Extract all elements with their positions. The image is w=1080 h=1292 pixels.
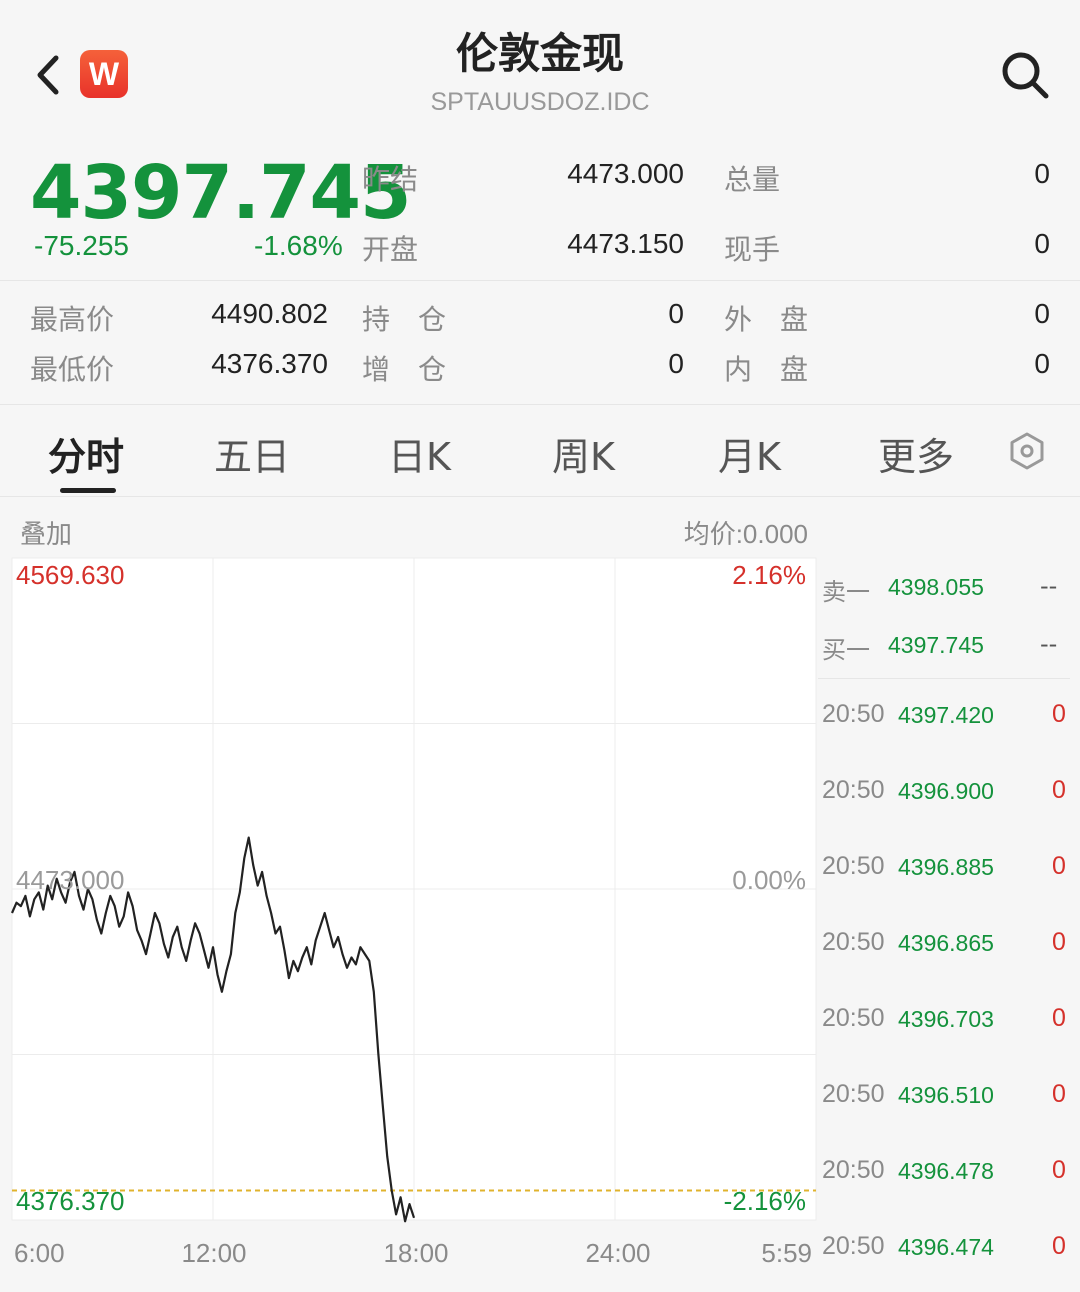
- trade-time: 20:50: [822, 700, 885, 728]
- hexagon-settings-icon: [1010, 432, 1044, 470]
- stat-label-low: 最低价: [30, 353, 115, 386]
- trade-time: 20:50: [822, 1156, 885, 1184]
- instrument-code: SPTAUUSDOZ.IDC: [430, 88, 650, 116]
- trade-price: 4396.478: [898, 1158, 994, 1184]
- search-icon: [1002, 52, 1049, 99]
- last-price: 4397.745: [30, 150, 412, 236]
- trade-time: 20:50: [822, 928, 885, 956]
- divider: [0, 280, 1080, 281]
- trade-price: 4396.885: [898, 854, 994, 880]
- x-axis-tick-label: 5:59: [761, 1238, 812, 1268]
- divider: [0, 404, 1080, 405]
- stat-label-inner: 内 盘: [724, 353, 809, 386]
- trade-price: 4396.510: [898, 1082, 994, 1108]
- divider: [0, 496, 1080, 497]
- bid1-price: 4397.745: [888, 632, 984, 658]
- trade-time: 20:50: [822, 852, 885, 880]
- page-title: 伦敦金现: [455, 29, 624, 78]
- stat-value-low: 4376.370: [211, 348, 328, 379]
- trade-price: 4396.474: [898, 1234, 994, 1260]
- stat-value-current-lot: 0: [1034, 228, 1050, 259]
- stat-label-high: 最高价: [30, 303, 115, 336]
- ask1-label: 卖一: [822, 578, 870, 606]
- stat-label-open: 开盘: [362, 233, 419, 266]
- trade-volume: 0: [1052, 700, 1066, 728]
- price-change-pct: -1.68%: [254, 230, 343, 261]
- stat-value-prev-settle: 4473.000: [567, 158, 684, 189]
- stat-label-prev-settle: 昨结: [362, 163, 419, 196]
- trade-price: 4396.900: [898, 778, 994, 804]
- trade-volume: 0: [1052, 852, 1066, 880]
- stat-label-outer: 外 盘: [724, 303, 809, 336]
- x-axis-tick-label: 6:00: [14, 1238, 65, 1268]
- ask1-price: 4398.055: [888, 574, 984, 600]
- y-axis-label-right: -2.16%: [724, 1186, 806, 1216]
- trade-time: 20:50: [822, 1080, 885, 1108]
- active-tab-indicator: [60, 488, 116, 493]
- tab-daily-k[interactable]: 日K: [388, 426, 451, 481]
- tab-monthly-k[interactable]: 月K: [718, 426, 781, 481]
- y-axis-label-left: 4473.000: [16, 865, 124, 895]
- stat-value-inner: 0: [1034, 348, 1050, 379]
- trade-volume: 0: [1052, 1156, 1066, 1184]
- price-change: -75.255: [34, 230, 129, 261]
- stat-value-open: 4473.150: [567, 228, 684, 259]
- tab-more[interactable]: 更多: [878, 426, 954, 481]
- trade-volume: 0: [1052, 928, 1066, 956]
- trade-volume: 0: [1052, 776, 1066, 804]
- y-axis-label-right: 2.16%: [732, 560, 806, 590]
- trade-price: 4397.420: [898, 702, 994, 728]
- overlay-button[interactable]: 叠加: [20, 514, 72, 551]
- stat-value-volume: 0: [1034, 158, 1050, 189]
- x-axis-tick-label: 12:00: [181, 1238, 246, 1268]
- trade-time: 20:50: [822, 1232, 885, 1260]
- trade-time: 20:50: [822, 1004, 885, 1032]
- ask1-volume: --: [1040, 572, 1058, 600]
- trade-price: 4396.703: [898, 1006, 994, 1032]
- trade-volume: 0: [1052, 1232, 1066, 1260]
- stat-label-oi-change: 增 仓: [362, 353, 447, 386]
- bid1-volume: --: [1040, 630, 1058, 658]
- trade-price: 4396.865: [898, 930, 994, 956]
- trade-time: 20:50: [822, 776, 885, 804]
- tab-intraday[interactable]: 分时: [48, 426, 124, 481]
- stat-label-current-lot: 现手: [724, 233, 781, 266]
- stat-value-outer: 0: [1034, 298, 1050, 329]
- x-axis-tick-label: 24:00: [585, 1238, 650, 1268]
- stat-label-volume: 总量: [724, 163, 781, 196]
- x-axis-tick-label: 18:00: [383, 1238, 448, 1268]
- orderbook-divider: [818, 678, 1070, 679]
- tab-five-day[interactable]: 五日: [214, 426, 290, 481]
- stat-value-high: 4490.802: [211, 298, 328, 329]
- search-button[interactable]: [998, 48, 1052, 102]
- stat-value-oi-change: 0: [668, 348, 684, 379]
- bid1-label: 买一: [822, 636, 870, 664]
- tab-weekly-k[interactable]: 周K: [552, 426, 615, 481]
- chart-settings-button[interactable]: [1006, 430, 1048, 476]
- stat-label-open-interest: 持 仓: [362, 303, 447, 336]
- y-axis-label-left: 4569.630: [16, 560, 124, 590]
- y-axis-label-right: 0.00%: [732, 865, 806, 895]
- avg-price-readout: 均价:0.000: [683, 519, 808, 549]
- header: W 伦敦金现 SPTAUUSDOZ.IDC: [0, 0, 1080, 140]
- y-axis-label-left: 4376.370: [16, 1186, 124, 1216]
- stat-value-open-interest: 0: [668, 298, 684, 329]
- trade-volume: 0: [1052, 1080, 1066, 1108]
- trade-volume: 0: [1052, 1004, 1066, 1032]
